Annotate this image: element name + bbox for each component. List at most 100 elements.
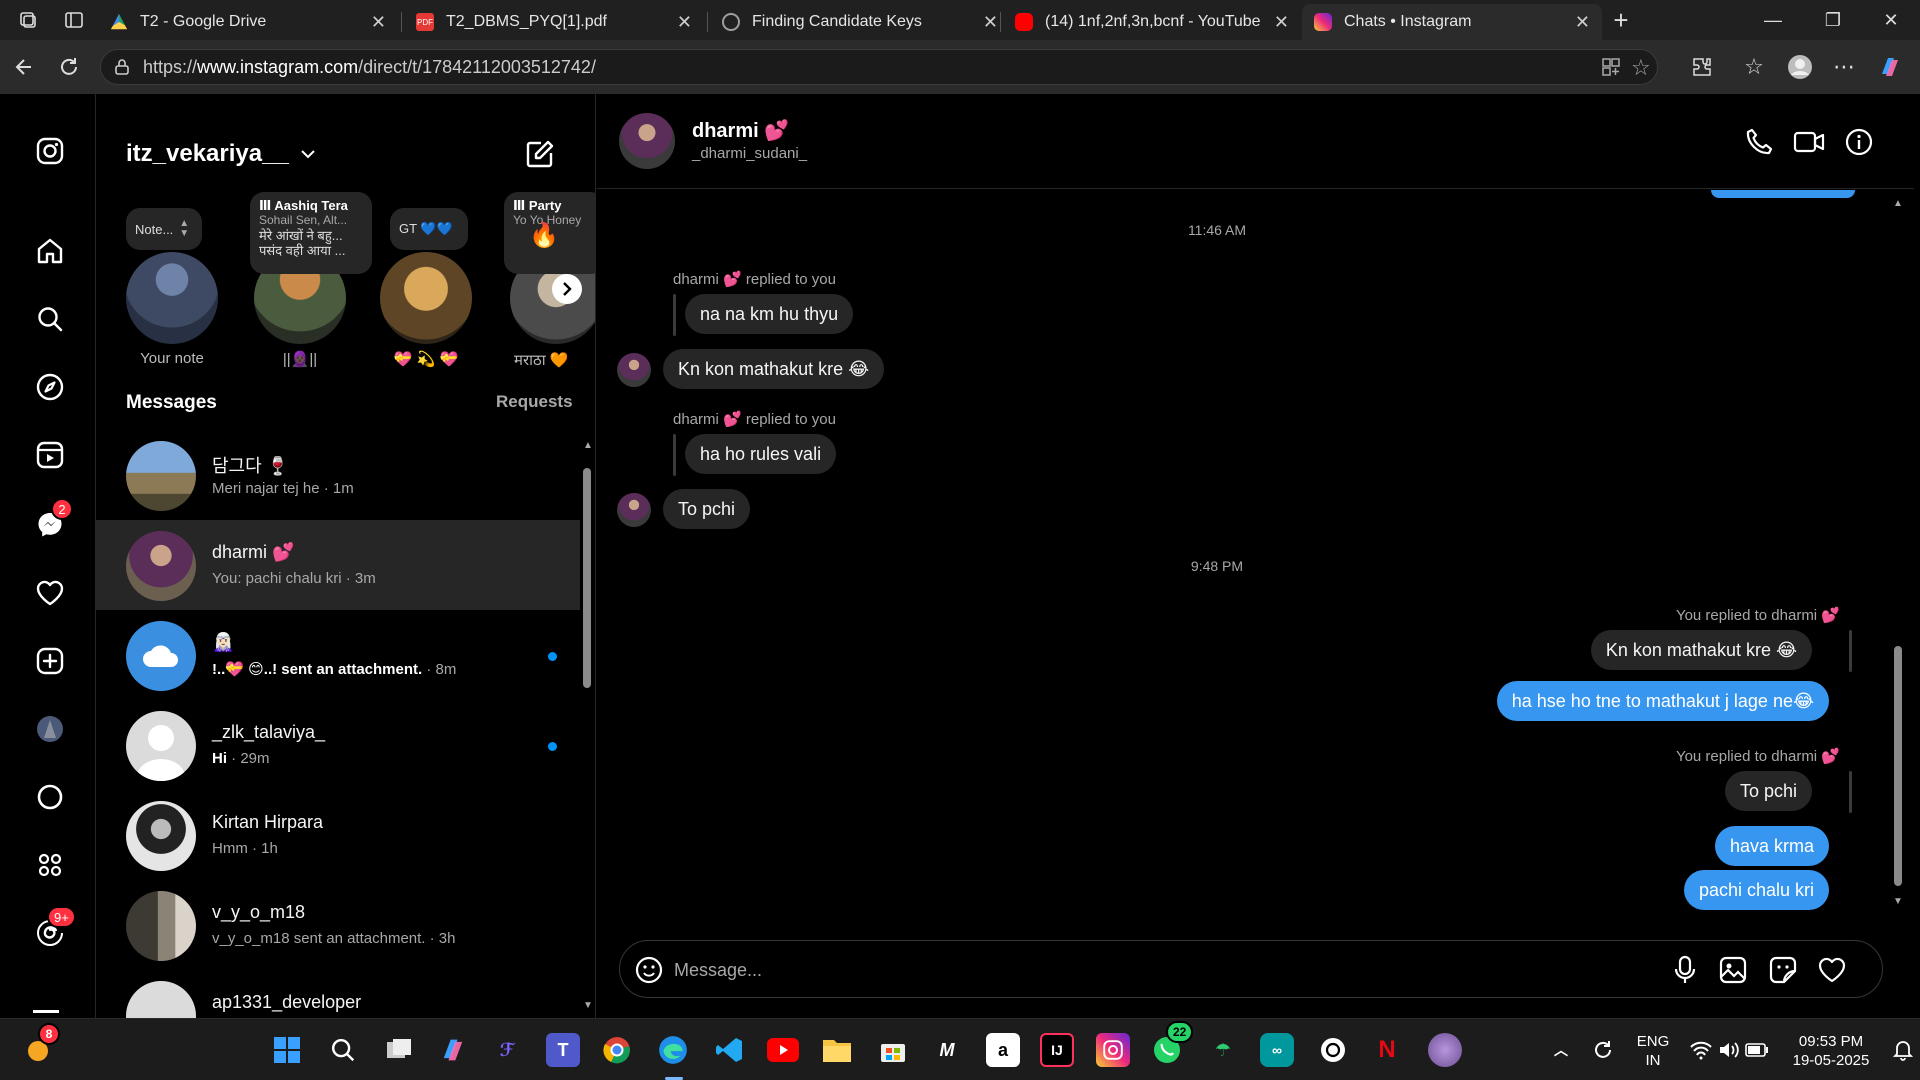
menu-icon[interactable] [33, 1010, 59, 1013]
message-bubble-sent[interactable]: pachi chalu kri [1683, 870, 1829, 910]
sticker-icon[interactable] [1766, 953, 1800, 987]
home-icon[interactable] [33, 234, 67, 268]
story-avatar[interactable] [380, 252, 472, 344]
scroll-down-arrow-icon[interactable]: ▼ [583, 1000, 593, 1011]
threads-icon[interactable] [33, 780, 67, 814]
umbrella-app-icon[interactable]: ☂ [1206, 1033, 1240, 1067]
microsoft-store-icon[interactable] [876, 1033, 910, 1067]
tab-candidate-keys[interactable]: Finding Candidate Keys ✕ [710, 4, 1010, 40]
copilot-taskbar-icon[interactable] [436, 1033, 470, 1067]
chrome-icon[interactable] [600, 1033, 634, 1067]
favorite-star-icon[interactable]: ☆ [1631, 55, 1651, 81]
quoted-message[interactable]: Kn kon mathakut kre 😂 [1590, 630, 1812, 670]
conversation-row-active[interactable]: dharmi 💕 You: pachi chalu kri · 3m [96, 520, 580, 610]
reels-icon[interactable] [33, 438, 67, 472]
quoted-message[interactable]: ha ho rules vali [685, 434, 837, 474]
start-windows-icon[interactable] [270, 1033, 304, 1067]
back-arrow-icon[interactable] [10, 53, 38, 81]
create-plus-icon[interactable] [33, 644, 67, 678]
whatsapp-icon[interactable]: 22 [1150, 1021, 1194, 1067]
app-available-icon[interactable] [1601, 57, 1621, 82]
next-notes-chevron-icon[interactable] [552, 274, 582, 304]
address-bar[interactable]: https://www.instagram.com/direct/t/17842… [100, 49, 1658, 85]
intellij-icon[interactable]: IJ [1040, 1033, 1074, 1067]
workspaces-icon[interactable] [14, 6, 42, 34]
message-bubble-sent[interactable]: ha hse ho tne to mathakut j lage ne😂 [1496, 681, 1829, 721]
conversation-row[interactable]: 담그다 🍷 Meri najar tej he · 1m [96, 430, 580, 520]
taskbar-search-icon[interactable] [326, 1033, 360, 1067]
quoted-message[interactable]: na na km hu thyu [685, 294, 854, 334]
music-note-bubble[interactable]: Ⅲ Aashiq Tera Sohail Sen, Alt... मेरे आं… [250, 192, 372, 274]
your-note-bubble[interactable]: Note... ▲ ▼ [126, 208, 202, 250]
quoted-message[interactable]: To pchi [1724, 771, 1812, 811]
video-call-icon[interactable] [1791, 124, 1827, 160]
vscode-icon[interactable] [712, 1033, 746, 1067]
openai-icon[interactable] [1316, 1033, 1350, 1067]
teams-icon[interactable]: T [546, 1033, 580, 1067]
add-photo-icon[interactable] [1716, 953, 1750, 987]
info-icon[interactable] [1841, 124, 1877, 160]
minimize-button[interactable]: — [1748, 0, 1798, 40]
messenger-icon[interactable]: 2 [33, 498, 73, 542]
account-switcher[interactable]: itz_vekariya__ [126, 140, 315, 168]
chat-contact-name[interactable]: dharmi 💕 [692, 118, 789, 143]
battery-icon[interactable] [1740, 1033, 1774, 1067]
inbox-scrollbar[interactable]: ▲ ▼ [580, 434, 594, 1018]
profile-icon[interactable] [1786, 53, 1814, 81]
weather-widget-icon[interactable]: 8 [22, 1023, 60, 1067]
heart-notifications-icon[interactable] [33, 576, 67, 610]
clock[interactable]: 09:53 PM 19-05-2025 [1778, 1032, 1884, 1070]
copilot-icon[interactable] [1876, 53, 1904, 81]
requests-link[interactable]: Requests [496, 392, 573, 412]
phone-call-icon[interactable] [1741, 124, 1777, 160]
language-indicator[interactable]: ENG IN [1628, 1032, 1678, 1070]
file-explorer-icon[interactable] [820, 1033, 854, 1067]
close-tab-icon[interactable]: ✕ [1575, 12, 1590, 33]
note-bubble[interactable]: GT 💙💙 [390, 208, 468, 250]
close-tab-icon[interactable]: ✕ [1274, 12, 1289, 33]
profile-avatar[interactable] [33, 712, 67, 746]
scroll-thumb[interactable] [583, 468, 591, 688]
message-bubble-sent[interactable]: hava krma [1714, 826, 1829, 866]
extensions-icon[interactable] [1688, 53, 1716, 81]
app-icon[interactable] [1428, 1033, 1462, 1067]
tab-google-drive[interactable]: T2 - Google Drive ✕ [98, 4, 398, 40]
notifications-bell-icon[interactable] [1886, 1033, 1920, 1067]
sync-icon[interactable] [1586, 1033, 1620, 1067]
tab-youtube[interactable]: (14) 1nf,2nf,3n,bcnf - YouTube ✕ [1003, 4, 1301, 40]
close-window-button[interactable]: ✕ [1866, 0, 1916, 40]
favorites-icon[interactable]: ☆ [1740, 53, 1768, 81]
arduino-icon[interactable]: ∞ [1260, 1033, 1294, 1067]
refresh-icon[interactable] [55, 53, 83, 81]
threads-app-icon[interactable]: 9+ [33, 906, 76, 950]
new-message-icon[interactable] [524, 138, 556, 175]
tab-actions-icon[interactable] [60, 6, 88, 34]
message-bubble[interactable]: Kn kon mathakut kre 😂 [663, 349, 885, 389]
close-tab-icon[interactable]: ✕ [677, 12, 692, 33]
voice-clip-microphone-icon[interactable] [1668, 953, 1702, 987]
emoji-picker-icon[interactable] [632, 953, 666, 987]
restore-button[interactable]: ❐ [1808, 0, 1858, 40]
conversation-row[interactable]: Kirtan Hirpara Hmm · 1h [96, 790, 580, 880]
close-tab-icon[interactable]: ✕ [371, 12, 386, 33]
tab-instagram[interactable]: Chats • Instagram ✕ [1302, 4, 1602, 40]
tab-pdf[interactable]: PDF T2_DBMS_PYQ[1].pdf ✕ [404, 4, 704, 40]
scroll-thumb[interactable] [1894, 646, 1902, 886]
netflix-icon[interactable]: N [1370, 1033, 1404, 1067]
message-input[interactable] [674, 953, 1574, 987]
search-icon[interactable] [33, 302, 67, 336]
instagram-taskbar-icon[interactable] [1096, 1033, 1130, 1067]
scroll-up-arrow-icon[interactable]: ▲ [583, 440, 593, 451]
music-note-bubble[interactable]: Ⅲ Party Yo Yo Honey 🔥 [504, 192, 595, 274]
lock-icon[interactable] [113, 58, 131, 81]
scroll-up-arrow-icon[interactable]: ▲ [1893, 198, 1903, 209]
amazon-icon[interactable]: a [986, 1033, 1020, 1067]
explore-compass-icon[interactable] [33, 370, 67, 404]
edge-browser-icon[interactable] [656, 1033, 690, 1067]
more-apps-icon[interactable] [33, 848, 67, 882]
conversation-row[interactable]: _zlk_talaviya_ Hi · 29m [96, 700, 580, 790]
youtube-taskbar-icon[interactable] [766, 1033, 800, 1067]
app-icon[interactable]: ℱ [490, 1033, 524, 1067]
close-tab-icon[interactable]: ✕ [983, 12, 998, 33]
conversation-row[interactable]: 🧝🏻‍♀️ !..💝 😊..! sent an attachment. · 8m [96, 610, 580, 700]
